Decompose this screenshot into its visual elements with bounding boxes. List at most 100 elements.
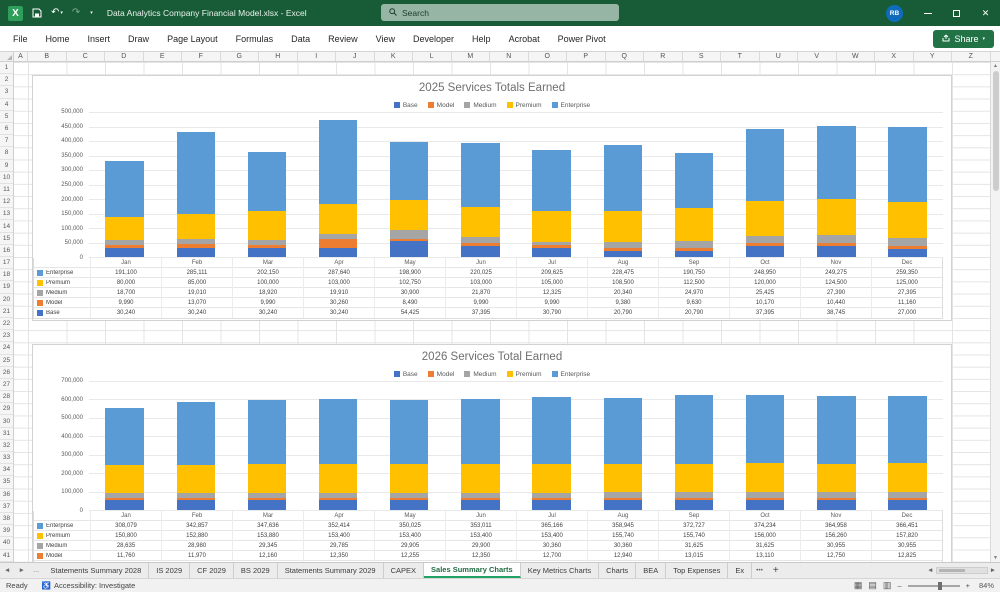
zoom-level[interactable]: 84% [976, 581, 994, 590]
column-header-U[interactable]: U [760, 52, 799, 61]
column-header-W[interactable]: W [837, 52, 876, 61]
row-header-13[interactable]: 13 [0, 208, 13, 220]
tab-scroll-right-icon[interactable]: ► [14, 563, 28, 578]
row-header-3[interactable]: 3 [0, 86, 13, 98]
column-header-R[interactable]: R [644, 52, 683, 61]
column-header-K[interactable]: K [375, 52, 414, 61]
row-header-30[interactable]: 30 [0, 415, 13, 427]
row-header-39[interactable]: 39 [0, 525, 13, 537]
row-header-41[interactable]: 41 [0, 550, 13, 562]
sheet-tab-top-expenses[interactable]: Top Expenses [666, 563, 728, 578]
redo-icon[interactable]: ↷ [72, 8, 80, 18]
more-sheets-icon[interactable]: ••• [752, 563, 767, 578]
ribbon-tab-acrobat[interactable]: Acrobat [500, 26, 549, 52]
search-box[interactable]: Search [381, 4, 619, 21]
column-header-Q[interactable]: Q [606, 52, 645, 61]
column-header-M[interactable]: M [452, 52, 491, 61]
chart-2026-services-totals[interactable]: 2026 Services Total Earned BaseModelMedi… [32, 344, 952, 562]
column-header-J[interactable]: J [336, 52, 375, 61]
row-header-7[interactable]: 7 [0, 135, 13, 147]
row-header-16[interactable]: 16 [0, 245, 13, 257]
row-header-6[interactable]: 6 [0, 123, 13, 135]
sheet-tab-capex[interactable]: CAPEX [384, 563, 424, 578]
ribbon-tab-power-pivot[interactable]: Power Pivot [549, 26, 615, 52]
row-header-19[interactable]: 19 [0, 281, 13, 293]
page-break-view-icon[interactable]: ▥ [883, 581, 892, 590]
sheet-tab-is-2029[interactable]: IS 2029 [149, 563, 190, 578]
close-button[interactable]: ✕ [971, 0, 1000, 26]
accessibility-status[interactable]: ♿ Accessibility: Investigate [42, 581, 136, 590]
column-header-I[interactable]: I [298, 52, 337, 61]
horizontal-scroll-thumb[interactable] [939, 569, 965, 572]
restore-button[interactable] [942, 0, 971, 26]
row-header-1[interactable]: 1 [0, 62, 13, 74]
select-all-corner[interactable] [0, 52, 14, 61]
row-header-21[interactable]: 21 [0, 306, 13, 318]
column-header-B[interactable]: B [28, 52, 67, 61]
ribbon-tab-draw[interactable]: Draw [119, 26, 158, 52]
row-header-35[interactable]: 35 [0, 476, 13, 488]
column-header-P[interactable]: P [567, 52, 606, 61]
sheet-tab-sales-summary-charts[interactable]: Sales Summary Charts [424, 563, 521, 578]
row-header-27[interactable]: 27 [0, 379, 13, 391]
column-header-O[interactable]: O [529, 52, 568, 61]
zoom-in-icon[interactable]: + [966, 581, 970, 590]
ribbon-tab-insert[interactable]: Insert [79, 26, 120, 52]
ribbon-tab-help[interactable]: Help [463, 26, 500, 52]
save-icon[interactable] [32, 8, 42, 18]
column-header-F[interactable]: F [182, 52, 221, 61]
row-header-23[interactable]: 23 [0, 330, 13, 342]
sheet-tab-key-metrics-charts[interactable]: Key Metrics Charts [521, 563, 599, 578]
vertical-scroll-thumb[interactable] [993, 71, 999, 191]
scroll-up-icon[interactable]: ▲ [993, 63, 998, 69]
chart-2025-services-totals[interactable]: 2025 Services Totals Earned BaseModelMed… [32, 75, 952, 321]
tab-scroll-left-icon[interactable]: ◄ [0, 563, 14, 578]
row-header-14[interactable]: 14 [0, 220, 13, 232]
column-header-G[interactable]: G [221, 52, 260, 61]
sheet-tab-cf-2029[interactable]: CF 2029 [190, 563, 234, 578]
column-header-D[interactable]: D [105, 52, 144, 61]
sheet-tab-statements-summary-2028[interactable]: Statements Summary 2028 [43, 563, 149, 578]
row-header-20[interactable]: 20 [0, 294, 13, 306]
ribbon-tab-file[interactable]: File [4, 26, 37, 52]
excel-app-icon[interactable]: X [8, 6, 23, 21]
row-header-24[interactable]: 24 [0, 342, 13, 354]
ribbon-tab-formulas[interactable]: Formulas [227, 26, 283, 52]
ribbon-tab-developer[interactable]: Developer [404, 26, 463, 52]
column-header-X[interactable]: X [875, 52, 914, 61]
scroll-right-icon[interactable]: ► [990, 567, 996, 574]
column-header-T[interactable]: T [721, 52, 760, 61]
row-header-28[interactable]: 28 [0, 391, 13, 403]
scroll-left-icon[interactable]: ◄ [927, 567, 933, 574]
zoom-out-icon[interactable]: – [897, 581, 901, 590]
sheet-tab-bs-2029[interactable]: BS 2029 [234, 563, 278, 578]
ribbon-tab-home[interactable]: Home [37, 26, 79, 52]
column-header-A[interactable]: A [14, 52, 28, 61]
row-header-2[interactable]: 2 [0, 74, 13, 86]
column-header-C[interactable]: C [67, 52, 106, 61]
scroll-down-icon[interactable]: ▼ [993, 555, 998, 561]
row-header-8[interactable]: 8 [0, 147, 13, 159]
sheet-tab-ex[interactable]: Ex [728, 563, 752, 578]
ribbon-tab-page-layout[interactable]: Page Layout [158, 26, 227, 52]
column-header-Z[interactable]: Z [952, 52, 991, 61]
undo-icon[interactable]: ↶▾ [51, 8, 63, 18]
share-button[interactable]: Share ▾ [933, 30, 994, 48]
row-header-5[interactable]: 5 [0, 111, 13, 123]
row-header-17[interactable]: 17 [0, 257, 13, 269]
row-header-22[interactable]: 22 [0, 318, 13, 330]
row-header-25[interactable]: 25 [0, 355, 13, 367]
sheet-tab-bea[interactable]: BEA [636, 563, 666, 578]
row-header-4[interactable]: 4 [0, 99, 13, 111]
sheet-grid[interactable]: 2025 Services Totals Earned BaseModelMed… [14, 62, 1000, 562]
add-sheet-button[interactable]: + [767, 563, 785, 578]
row-header-34[interactable]: 34 [0, 464, 13, 476]
row-header-15[interactable]: 15 [0, 233, 13, 245]
row-header-10[interactable]: 10 [0, 172, 13, 184]
sheet-tab-statements-summary-2029[interactable]: Statements Summary 2029 [278, 563, 384, 578]
minimize-button[interactable] [913, 0, 942, 26]
sheet-tab-charts[interactable]: Charts [599, 563, 636, 578]
column-header-Y[interactable]: Y [914, 52, 953, 61]
column-header-V[interactable]: V [798, 52, 837, 61]
horizontal-scrollbar[interactable]: ◄ ► [923, 563, 1000, 578]
